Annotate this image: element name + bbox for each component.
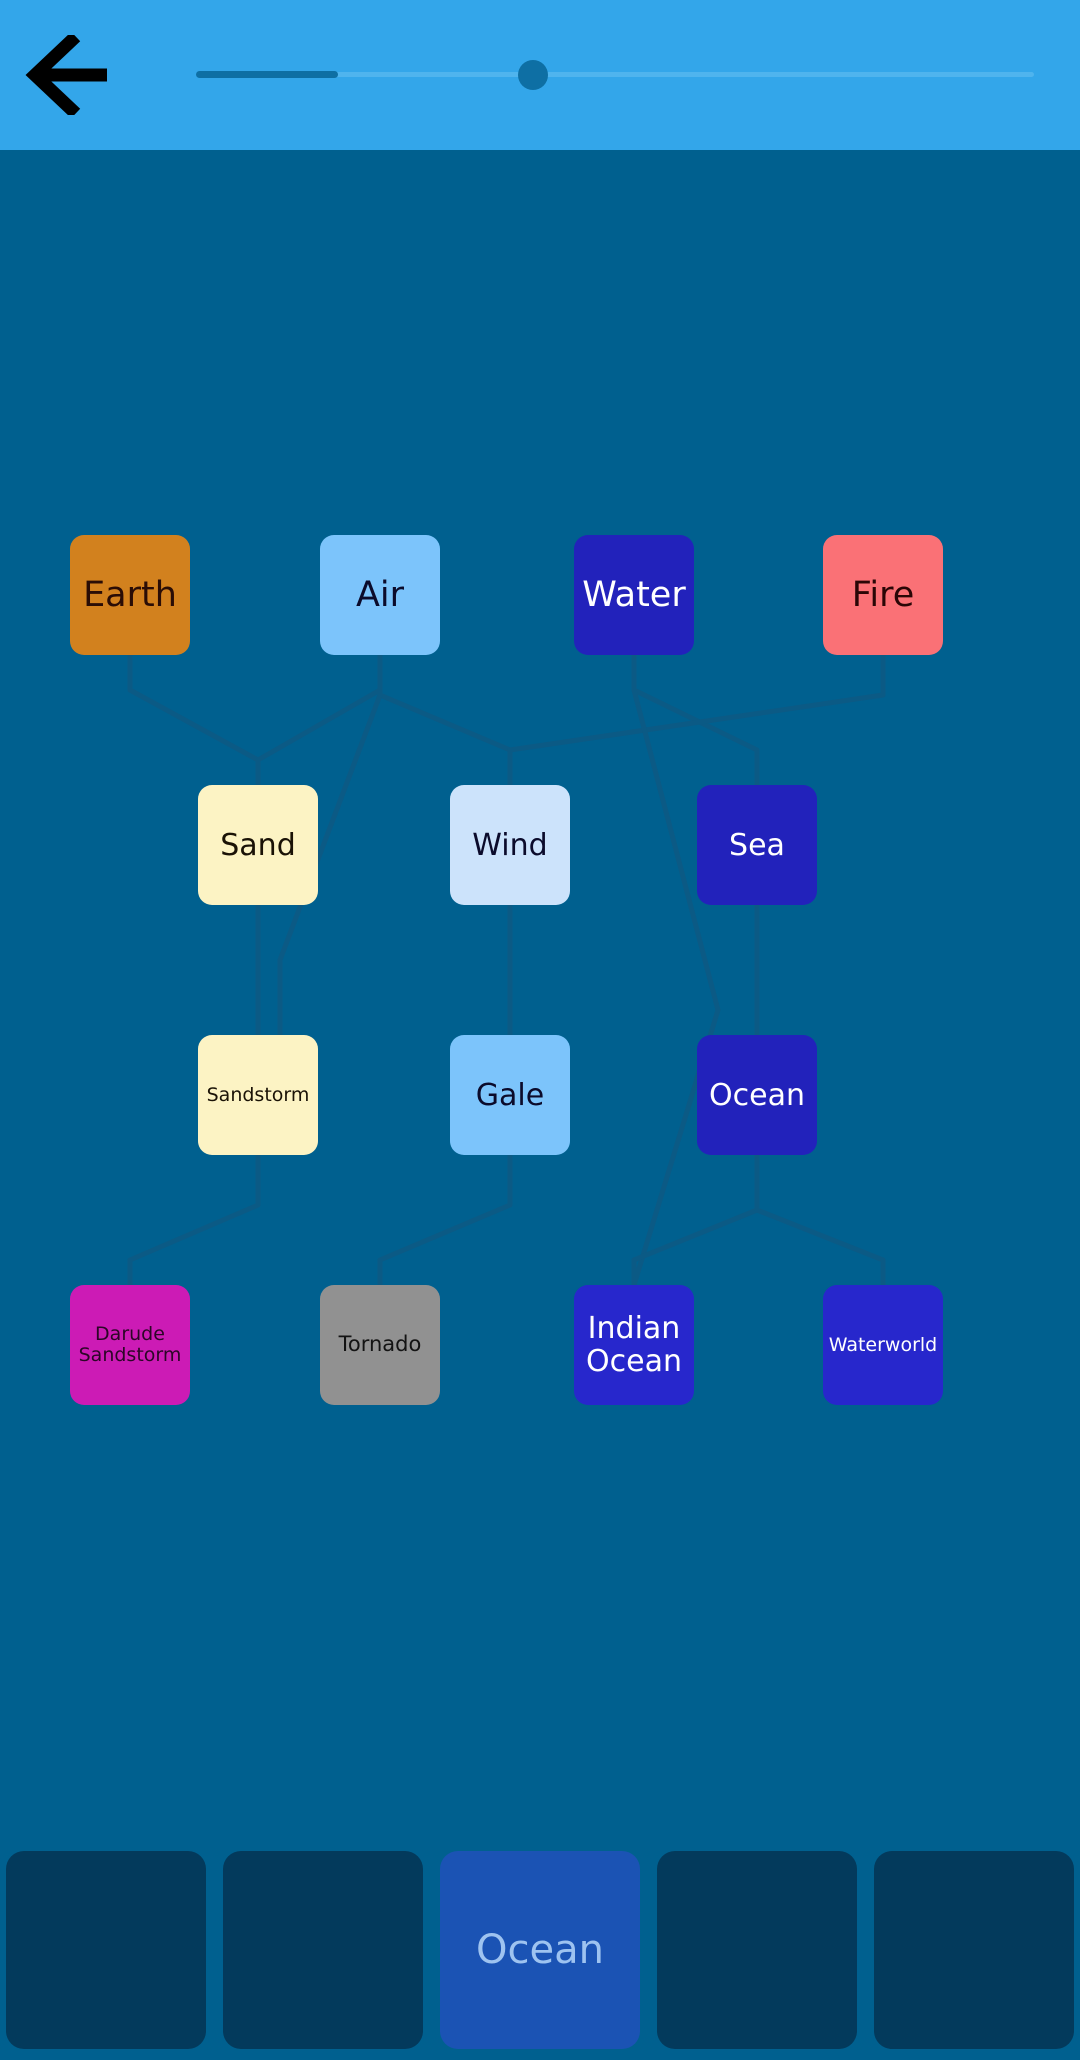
element-node-darude-sandstorm[interactable]: Darude Sandstorm bbox=[70, 1285, 190, 1405]
back-button[interactable] bbox=[20, 26, 120, 124]
tree-canvas[interactable]: Earth Air Water Fire Sand Wind Sea Sandstorm Gal… bbox=[0, 150, 1080, 1840]
element-node-water[interactable]: Water bbox=[574, 535, 694, 655]
slider-fill bbox=[196, 71, 338, 78]
tray-slot-5-empty[interactable] bbox=[874, 1851, 1074, 2049]
element-node-sand[interactable]: Sand bbox=[198, 785, 318, 905]
tree-edge-air-to-sand bbox=[255, 655, 383, 785]
element-node-sandstorm[interactable]: Sandstorm bbox=[198, 1035, 318, 1155]
tray-slot-1-empty[interactable] bbox=[6, 1851, 206, 2049]
tree-edge-water-to-indian-ocean bbox=[631, 655, 721, 1286]
tree-edge-ocean-to-waterworld bbox=[754, 1155, 886, 1285]
tree-edge-gale-to-tornado bbox=[377, 1155, 513, 1285]
element-node-tornado[interactable]: Tornado bbox=[320, 1285, 440, 1405]
element-node-air[interactable]: Air bbox=[320, 535, 440, 655]
tray-slot-2-empty[interactable] bbox=[223, 1851, 423, 2049]
top-bar bbox=[0, 0, 1080, 150]
element-node-gale[interactable]: Gale bbox=[450, 1035, 570, 1155]
tree-edge-fire-to-wind bbox=[507, 655, 886, 785]
element-node-waterworld[interactable]: Waterworld bbox=[823, 1285, 943, 1405]
element-node-wind[interactable]: Wind bbox=[450, 785, 570, 905]
slider-thumb[interactable] bbox=[518, 60, 548, 90]
edge-layer bbox=[127, 655, 886, 1286]
back-arrow-icon bbox=[25, 35, 115, 115]
tree-edge-sandstorm-to-darude-sandstorm bbox=[127, 1155, 261, 1285]
zoom-slider[interactable] bbox=[196, 56, 1034, 94]
element-node-fire[interactable]: Fire bbox=[823, 535, 943, 655]
element-node-ocean[interactable]: Ocean bbox=[697, 1035, 817, 1155]
tree-edge-air-to-wind bbox=[377, 655, 513, 785]
element-tree-screen: Earth Air Water Fire Sand Wind Sea Sandstorm Gal… bbox=[0, 0, 1080, 2060]
element-tray: Ocean bbox=[0, 1840, 1080, 2060]
tree-edge-earth-to-sand bbox=[127, 655, 261, 785]
element-node-earth[interactable]: Earth bbox=[70, 535, 190, 655]
tray-slot-3-filled[interactable]: Ocean bbox=[440, 1851, 640, 2049]
tray-slot-4-empty[interactable] bbox=[657, 1851, 857, 2049]
element-node-indian-ocean[interactable]: Indian Ocean bbox=[574, 1285, 694, 1405]
element-node-sea[interactable]: Sea bbox=[697, 785, 817, 905]
